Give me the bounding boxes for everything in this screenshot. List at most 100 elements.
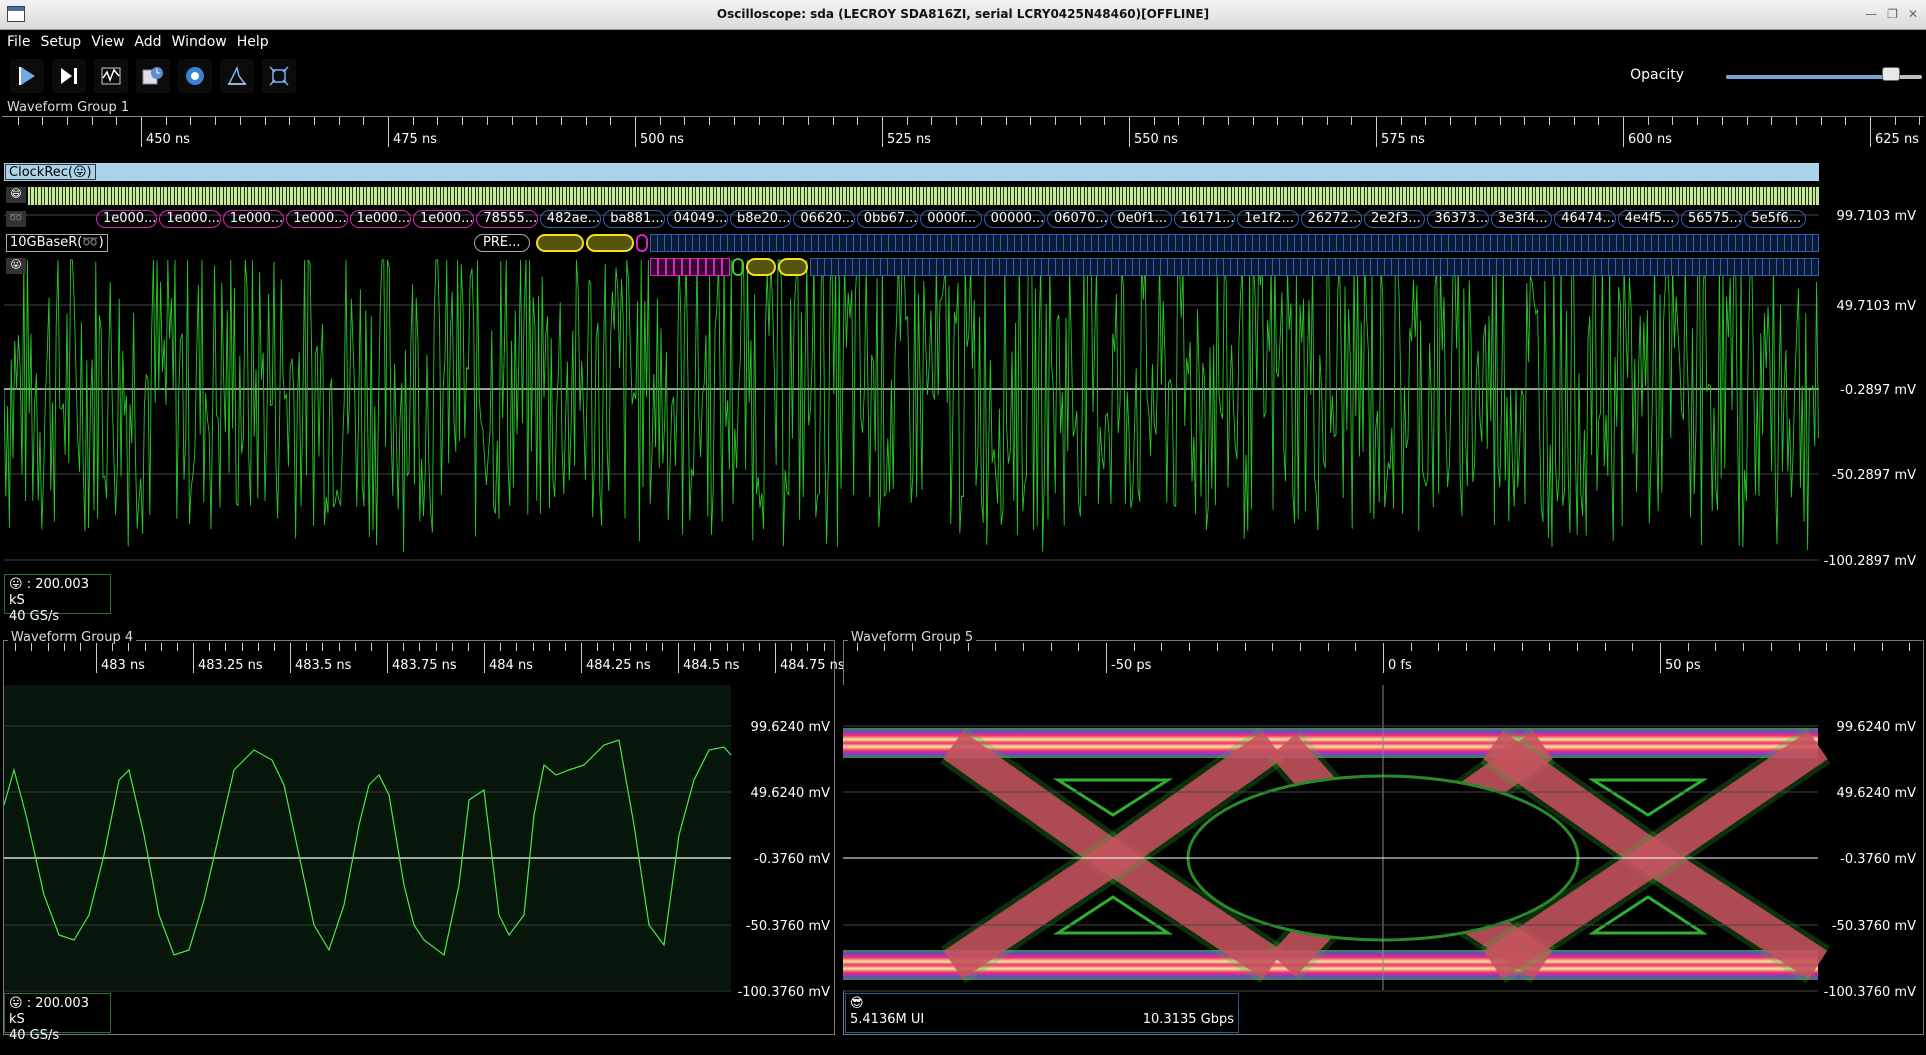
minor-tick	[467, 643, 469, 651]
history-button[interactable]	[94, 59, 128, 93]
fullscreen-button[interactable]	[262, 59, 296, 93]
minor-tick	[1227, 117, 1229, 125]
byte-packet[interactable]: 1e000...	[286, 210, 348, 228]
menu-setup[interactable]: Setup	[40, 34, 81, 50]
byte-packet[interactable]: 3e3f4...	[1490, 210, 1553, 228]
unit-interval-count: 5.4136M UI	[850, 1012, 925, 1027]
waveform-view-4[interactable]: 99.6240 mV 49.6240 mV -0.3760 mV -50.3760 m…	[4, 685, 834, 1025]
byte-packet[interactable]: 78555...	[476, 210, 538, 228]
scope-settings-button[interactable]	[136, 59, 170, 93]
protocol-analyzer-button[interactable]	[178, 59, 212, 93]
minor-tick	[1327, 643, 1329, 651]
minor-tick	[1189, 643, 1191, 651]
magenta-packet	[636, 234, 648, 252]
minor-tick	[1853, 643, 1855, 651]
fullscreen-icon	[269, 66, 289, 86]
byte-packet[interactable]: 4e4f5...	[1617, 210, 1679, 228]
major-tick	[1623, 117, 1624, 147]
minor-tick	[1881, 643, 1883, 651]
major-tick	[1660, 643, 1661, 673]
byte-packet[interactable]: 482ae...	[539, 210, 602, 228]
byte-packet[interactable]: 0bb67...	[856, 210, 919, 228]
history-icon	[101, 67, 121, 85]
y-axis-label: -100.3760 mV	[1824, 985, 1917, 1000]
timeline-ruler-5[interactable]: -50 ps 0 fs 50 ps	[845, 643, 1923, 681]
major-tick	[387, 643, 388, 673]
minor-tick	[585, 117, 587, 125]
minor-tick	[1576, 643, 1578, 651]
byte-packet[interactable]: 00000...	[983, 210, 1045, 228]
y-axis-label: 49.6240 mV	[751, 786, 831, 801]
byte-packet[interactable]: 1e000...	[349, 210, 411, 228]
menu-view[interactable]: View	[91, 34, 124, 50]
eye-pattern-view[interactable]: 99.6240 mV 49.6240 mV -0.3760 mV -50.3760 m…	[843, 685, 1924, 1025]
start-trigger-button[interactable]	[10, 59, 44, 93]
measurements-button[interactable]	[220, 59, 254, 93]
y-axis-label: 99.6240 mV	[751, 720, 831, 735]
green-packet	[732, 258, 744, 276]
time-tick-label: 0 fs	[1388, 658, 1412, 673]
byte-packet[interactable]: 16171...	[1173, 210, 1236, 228]
time-tick-label: 575 ns	[1381, 132, 1425, 147]
minor-tick	[967, 643, 969, 651]
timeline-ruler-1[interactable]: 450 ns 475 ns 500 ns 525 ns 550 ns 575 ns 600 …	[4, 117, 1922, 155]
minor-tick	[733, 117, 735, 125]
byte-packet[interactable]: 04049...	[666, 210, 728, 228]
minor-tick	[209, 643, 211, 651]
minor-tick	[1919, 117, 1921, 125]
clock-recovery-bar	[4, 163, 1819, 181]
minor-tick	[63, 643, 65, 651]
minor-tick	[709, 117, 711, 125]
minor-tick	[241, 643, 243, 651]
byte-packet[interactable]: 46474...	[1554, 210, 1616, 228]
single-trigger-button[interactable]	[52, 59, 86, 93]
menu-add[interactable]: Add	[134, 34, 161, 50]
menu-window[interactable]: Window	[172, 34, 227, 50]
minor-tick	[1425, 117, 1427, 125]
minor-tick	[1770, 643, 1772, 651]
minor-tick	[758, 117, 760, 125]
opacity-slider[interactable]	[1726, 67, 1922, 81]
timeline-ruler-4[interactable]: 483 ns 483.25 ns 483.5 ns 483.75 ns 484 ns 48…	[4, 643, 845, 681]
byte-packet[interactable]: 2e2f3...	[1364, 210, 1426, 228]
y-axis-label: -0.3760 mV	[1840, 852, 1916, 867]
byte-packet[interactable]: 06620...	[793, 210, 855, 228]
minor-tick	[1672, 117, 1674, 125]
byte-packet[interactable]: 26272...	[1300, 210, 1362, 228]
eye-info[interactable]: 😎 5.4136M UI 10.3135 Gbps	[845, 993, 1239, 1033]
minor-tick	[15, 643, 17, 651]
minimize-icon[interactable]: —	[1865, 7, 1877, 21]
byte-packet[interactable]: b8e20...	[730, 210, 792, 228]
minor-tick	[112, 643, 114, 651]
menu-file[interactable]: File	[7, 34, 30, 50]
byte-packet[interactable]: 0000f...	[920, 210, 982, 228]
minor-tick	[42, 117, 44, 125]
byte-packet[interactable]: 1e000...	[159, 210, 221, 228]
row-icon: 😛	[6, 258, 26, 274]
minor-tick	[500, 643, 502, 651]
byte-packet[interactable]: 1e000...	[222, 210, 285, 228]
time-tick-label: 484.75 ns	[780, 658, 845, 673]
y-axis-label: -100.3760 mV	[738, 985, 831, 1000]
byte-packet[interactable]: 1e000...	[413, 210, 475, 228]
byte-packet[interactable]: 1e1f2...	[1237, 210, 1299, 228]
byte-packet[interactable]: 1e000...	[96, 210, 158, 228]
minor-tick	[1450, 117, 1452, 125]
y-axis-label: 99.6240 mV	[1837, 720, 1917, 735]
close-icon[interactable]: ✕	[1908, 7, 1918, 21]
byte-packet[interactable]: 0e0f1...	[1110, 210, 1172, 228]
maximize-icon[interactable]: ❐	[1887, 7, 1898, 21]
minor-tick	[807, 643, 809, 651]
menu-help[interactable]: Help	[237, 34, 269, 50]
byte-packet[interactable]: 56575...	[1681, 210, 1743, 228]
minor-tick	[856, 643, 858, 651]
byte-packet[interactable]: ba881...	[603, 210, 665, 228]
major-tick	[882, 117, 883, 147]
byte-packet[interactable]: 5e5f6...	[1744, 210, 1806, 228]
opacity-slider-handle[interactable]	[1881, 67, 1900, 81]
minor-tick	[1104, 117, 1106, 125]
channel-info-1[interactable]: 😛 : 200.003 kS 40 GS/s	[4, 574, 111, 624]
byte-packet[interactable]: 06070...	[1047, 210, 1109, 228]
byte-packet[interactable]: 36373...	[1427, 210, 1489, 228]
channel-info-4[interactable]: 😛 : 200.003 kS 40 GS/s	[4, 993, 111, 1043]
